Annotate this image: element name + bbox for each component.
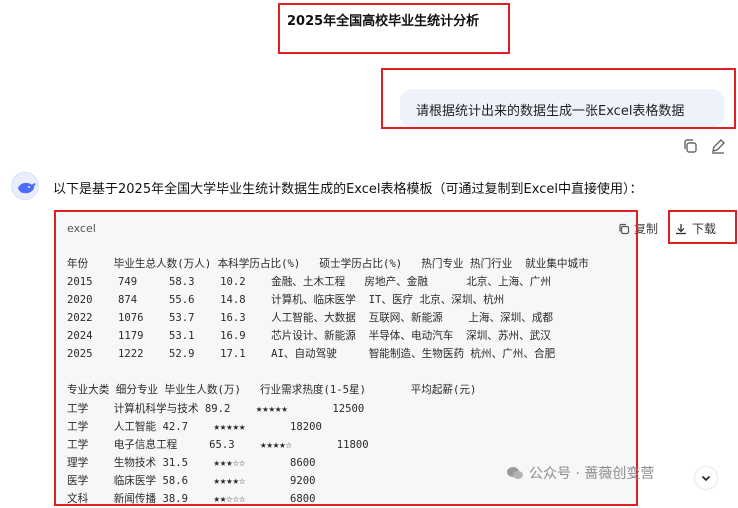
wechat-icon [507, 467, 523, 479]
whale-avatar-icon [11, 172, 39, 200]
watermark-text: 公众号 · 蔷薇创变营 [529, 466, 655, 482]
user-message-text: 请根据统计出来的数据生成一张Excel表格数据 [416, 104, 685, 119]
expand-button[interactable] [695, 467, 717, 489]
watermark: 公众号 · 蔷薇创变营 [506, 463, 654, 483]
download-highlight-box [668, 210, 737, 244]
conversation-title: 2025年全国高校毕业生统计分析 [287, 14, 480, 29]
copy-icon[interactable] [681, 137, 699, 155]
chevron-down-icon [701, 475, 711, 482]
edit-icon[interactable] [709, 137, 727, 155]
code-highlight-box [54, 210, 638, 506]
assistant-answer-text: 以下是基于2025年全国大学毕业生统计数据生成的Excel表格模板（可通过复制到… [53, 182, 643, 197]
